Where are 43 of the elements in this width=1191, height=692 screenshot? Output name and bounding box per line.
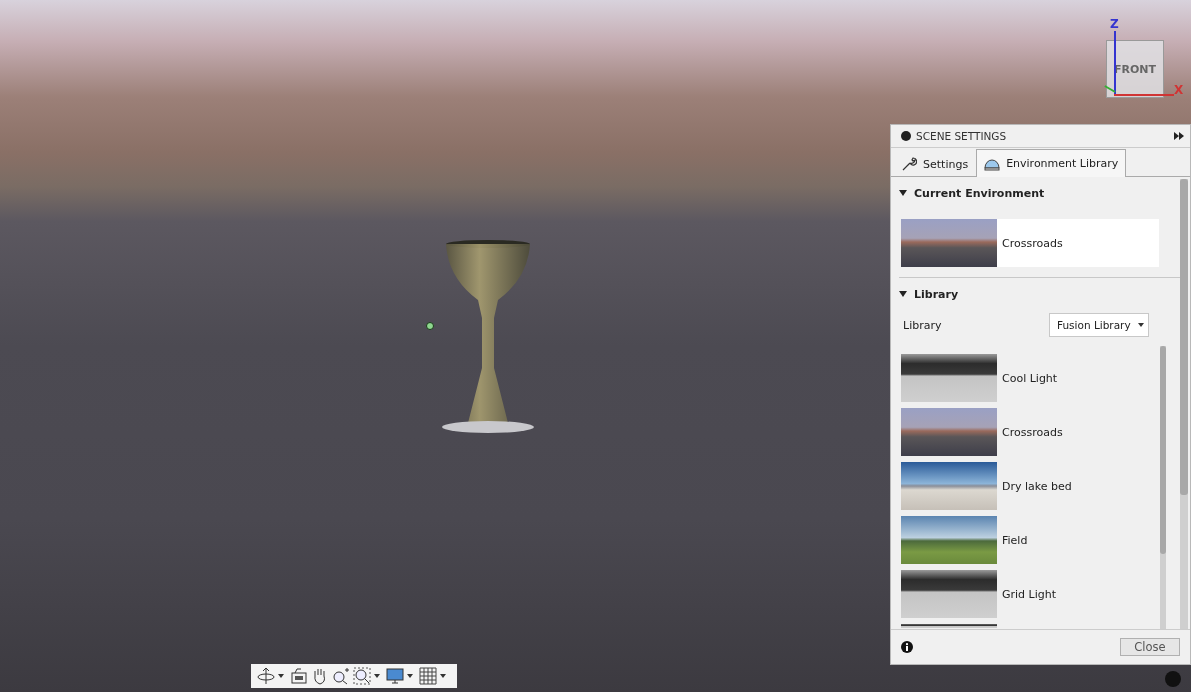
- collapse-icon[interactable]: [901, 131, 911, 141]
- wrench-icon: [901, 156, 917, 172]
- environment-name: Dry lake bed: [1001, 479, 1072, 493]
- environment-item[interactable]: Cool Light: [901, 354, 1160, 402]
- caret-icon[interactable]: [407, 674, 413, 678]
- library-label: Library: [903, 318, 942, 332]
- zoom-window-icon[interactable]: [353, 667, 371, 685]
- section-heading: Current Environment: [914, 186, 1045, 200]
- environment-name: Crossroads: [1001, 236, 1063, 250]
- grid-icon[interactable]: [419, 667, 437, 685]
- view-cube[interactable]: FRONT: [1106, 40, 1164, 98]
- environment-name: Cool Light: [1001, 371, 1058, 385]
- tab[interactable]: Settings: [893, 151, 977, 176]
- close-button[interactable]: Close: [1120, 638, 1180, 656]
- tab[interactable]: Environment Library: [976, 149, 1127, 177]
- section-heading: Library: [914, 287, 959, 301]
- environment-name: Crossroads: [1001, 425, 1063, 439]
- panel-title: SCENE SETTINGS: [916, 130, 1008, 142]
- environment-name: Grid Light: [1001, 587, 1057, 601]
- expand-arrow-icon[interactable]: [899, 190, 907, 196]
- environment-name: Field: [1001, 533, 1028, 547]
- scrollbar-thumb[interactable]: [1160, 346, 1166, 554]
- axis-label: Z: [1110, 18, 1119, 30]
- environment-item[interactable]: Grid Light: [901, 570, 1160, 618]
- orbit-icon[interactable]: [257, 667, 275, 685]
- environment-item[interactable]: Crossroads: [901, 408, 1160, 456]
- dome-icon: [984, 156, 1001, 171]
- caret-icon: [1138, 323, 1144, 327]
- library-dropdown[interactable]: Fusion Library: [1049, 313, 1149, 337]
- environment-item[interactable]: Field: [901, 516, 1160, 564]
- zoom-icon[interactable]: [332, 667, 350, 685]
- info-icon[interactable]: [901, 641, 913, 653]
- expand-arrow-icon[interactable]: [899, 291, 907, 297]
- look-at-icon[interactable]: [290, 667, 308, 685]
- caret-icon[interactable]: [278, 674, 284, 678]
- caret-icon[interactable]: [374, 674, 380, 678]
- expand-icon[interactable]: [1174, 132, 1184, 140]
- pivot-point-icon: [426, 322, 434, 330]
- axis-label: X: [1174, 84, 1184, 96]
- environment-item[interactable]: Dry lake bed: [901, 462, 1160, 510]
- scrollbar-thumb[interactable]: [1180, 179, 1188, 495]
- caret-icon[interactable]: [440, 674, 446, 678]
- monitor-icon[interactable]: [386, 667, 404, 685]
